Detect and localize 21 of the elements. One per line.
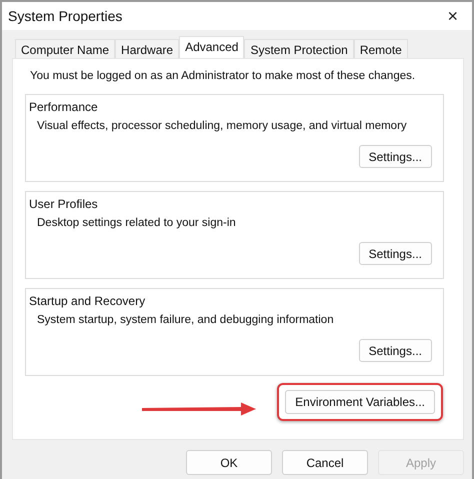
- tab[interactable]: System Protection: [244, 39, 354, 58]
- close-button[interactable]: ×: [445, 7, 460, 25]
- group-title: User Profiles: [29, 197, 99, 213]
- dialog-button[interactable]: Cancel: [282, 450, 368, 475]
- tab[interactable]: Hardware: [115, 39, 180, 58]
- settings-button[interactable]: Settings...: [358, 145, 432, 168]
- tab[interactable]: Advanced: [179, 36, 244, 58]
- settings-button[interactable]: Settings...: [358, 339, 432, 362]
- dialog-button[interactable]: OK: [186, 450, 272, 475]
- settings-button[interactable]: Settings...: [358, 242, 432, 265]
- tab[interactable]: Remote: [354, 39, 408, 58]
- group-description: Visual effects, processor scheduling, memory usage, and virtual memory: [36, 120, 408, 134]
- group-description: System startup, system failure, and debugging information: [36, 314, 335, 328]
- group-title: Startup and Recovery: [29, 294, 146, 310]
- notice-text: You must be logged on as an Administrator to make most of these changes.: [29, 70, 416, 84]
- arrow-icon: [141, 402, 258, 416]
- group-description: Desktop settings related to your sign-in: [36, 217, 237, 231]
- tab[interactable]: Computer Name: [15, 39, 116, 58]
- group-title: Performance: [29, 100, 99, 116]
- window-title: System Properties: [8, 8, 122, 24]
- environment-variables-button[interactable]: Environment Variables...: [285, 390, 435, 414]
